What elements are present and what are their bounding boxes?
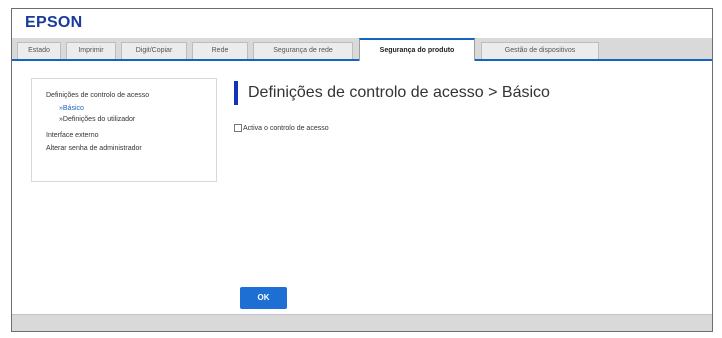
- tab-seguranca-do-produto[interactable]: Segurança do produto: [359, 38, 475, 61]
- access-control-checkbox[interactable]: [234, 124, 242, 132]
- footer-bar: [12, 314, 712, 331]
- access-control-option: Activa o controlo de acesso: [234, 124, 329, 132]
- main-content: Definições de controlo de acesso > Básic…: [234, 81, 550, 132]
- page-header: Definições de controlo de acesso > Básic…: [234, 81, 550, 105]
- logo-bar: EPSON: [12, 9, 712, 38]
- sidebar-item-definicoes-controlo-acesso[interactable]: Definições de controlo de acesso: [46, 90, 216, 101]
- heading-accent-bar: [234, 81, 238, 105]
- tab-estado[interactable]: Estado: [17, 42, 61, 59]
- tab-digit-copiar[interactable]: Digit/Copiar: [121, 42, 187, 59]
- tab-rede[interactable]: Rede: [192, 42, 248, 59]
- access-control-checkbox-label[interactable]: Activa o controlo de acesso: [243, 125, 329, 132]
- tab-gestao-de-dispositivos[interactable]: Gestão de dispositivos: [481, 42, 599, 59]
- tab-imprimir[interactable]: Imprimir: [66, 42, 116, 59]
- epson-logo: EPSON: [25, 14, 83, 31]
- app-window: EPSON Estado Imprimir Digit/Copiar Rede …: [11, 8, 713, 332]
- tab-seguranca-de-rede[interactable]: Segurança de rede: [253, 42, 353, 59]
- sidebar-menu: Definições de controlo de acesso »Básico…: [31, 78, 217, 182]
- tab-bar: Estado Imprimir Digit/Copiar Rede Segura…: [12, 38, 712, 61]
- page-title: Definições de controlo de acesso > Básic…: [248, 84, 550, 101]
- sidebar-item-interface-externo[interactable]: Interface externo: [46, 130, 216, 141]
- sidebar-item-definicoes-utilizador[interactable]: »Definições do utilizador: [46, 114, 216, 125]
- sidebar-item-basico[interactable]: »Básico: [46, 103, 216, 114]
- sidebar-item-alterar-senha[interactable]: Alterar senha de administrador: [46, 143, 216, 154]
- ok-button[interactable]: OK: [240, 287, 287, 309]
